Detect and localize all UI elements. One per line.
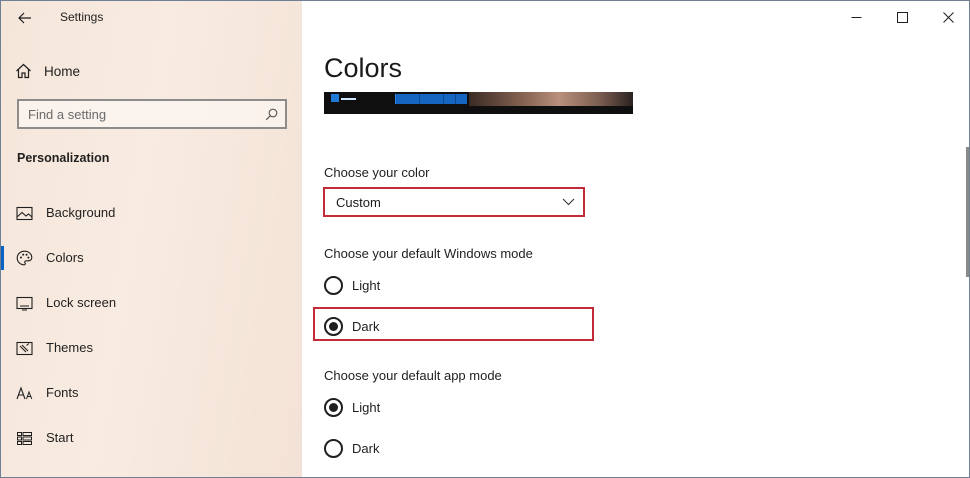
sidebar-item-label: Colors — [46, 250, 84, 265]
sidebar-item-label: Lock screen — [46, 295, 117, 310]
search-icon[interactable] — [265, 108, 278, 121]
page-title: Colors — [324, 53, 403, 83]
chevron-down-icon — [562, 198, 575, 206]
search-placeholder: Find a setting — [28, 106, 107, 122]
windows-mode-label: Choose your default Windows mode — [324, 246, 533, 261]
back-button[interactable] — [11, 6, 39, 30]
choose-color-dropdown[interactable]: Custom — [323, 187, 585, 217]
lock-screen-icon — [16, 295, 33, 311]
home-nav-item[interactable]: Home — [15, 59, 80, 83]
settings-window: Settings Home Find a setting Personaliza… — [0, 0, 970, 478]
maximize-button[interactable] — [879, 1, 925, 33]
picture-icon — [16, 205, 33, 221]
close-button[interactable] — [925, 1, 969, 33]
main-content: Colors Choose your color Custom Choose y… — [302, 1, 969, 477]
radio-label: Light — [352, 399, 381, 415]
choose-color-label: Choose your color — [324, 165, 430, 180]
windows-mode-dark-radio[interactable]: Dark — [324, 315, 379, 337]
radio-circle — [324, 275, 343, 295]
radio-circle — [324, 397, 343, 417]
sidebar-item-lock-screen[interactable]: Lock screen — [1, 288, 302, 318]
color-preview-image — [324, 92, 633, 114]
minimize-icon — [851, 16, 861, 18]
app-mode-label: Choose your default app mode — [324, 368, 502, 383]
windows-mode-light-radio[interactable]: Light — [324, 274, 380, 296]
radio-label: Light — [352, 277, 381, 293]
sidebar-item-background[interactable]: Background — [1, 198, 302, 228]
back-arrow-icon — [18, 12, 31, 24]
themes-icon — [16, 340, 33, 356]
app-title: Settings — [60, 10, 104, 24]
window-controls — [833, 1, 969, 33]
radio-dot — [329, 402, 338, 412]
sidebar-item-colors[interactable]: Colors — [1, 243, 302, 273]
sidebar: Settings Home Find a setting Personaliza… — [1, 1, 302, 477]
radio-dot — [329, 321, 338, 331]
sidebar-item-start[interactable]: Start — [1, 423, 302, 453]
sidebar-item-label: Fonts — [46, 385, 79, 400]
home-label: Home — [44, 63, 81, 79]
sidebar-item-fonts[interactable]: Fonts — [1, 378, 302, 408]
minimize-button[interactable] — [833, 1, 879, 33]
close-icon — [942, 11, 954, 23]
radio-label: Dark — [352, 440, 380, 456]
app-mode-dark-radio[interactable]: Dark — [324, 437, 379, 459]
section-title: Personalization — [17, 151, 110, 165]
selection-indicator — [1, 246, 4, 270]
radio-circle — [324, 316, 343, 336]
search-input[interactable]: Find a setting — [17, 99, 287, 129]
radio-label: Dark — [352, 318, 380, 334]
palette-icon — [16, 250, 33, 266]
radio-circle — [324, 438, 343, 458]
fonts-icon — [16, 385, 33, 401]
home-icon — [16, 63, 31, 79]
sidebar-item-themes[interactable]: Themes — [1, 333, 302, 363]
start-icon — [16, 430, 33, 446]
choose-color-value: Custom — [336, 194, 381, 210]
app-mode-light-radio[interactable]: Light — [324, 396, 380, 418]
sidebar-item-label: Themes — [46, 340, 93, 355]
scrollbar[interactable] — [966, 147, 969, 277]
sidebar-item-label: Background — [46, 205, 116, 220]
sidebar-item-label: Start — [46, 430, 74, 445]
maximize-icon — [896, 11, 908, 23]
